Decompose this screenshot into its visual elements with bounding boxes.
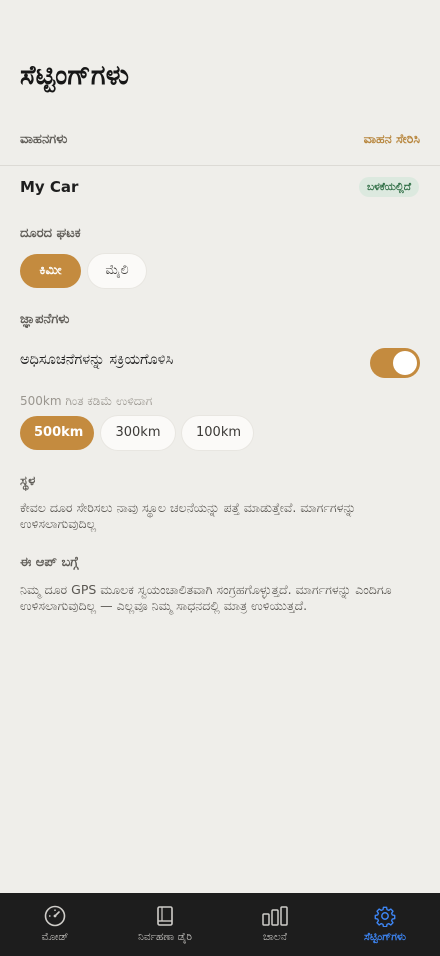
about-description: ನಿಮ್ಮ ದೂರ GPS ಮೂಲಕ ಸ್ವಯಂಚಾಲಿತವಾಗಿ ಸಂಗ್ರಹ…	[20, 582, 392, 613]
vehicles-section-label: ವಾಹನಗಳು	[20, 132, 68, 147]
tab-settings-label: ಸೆಟ್ಟಿಂಗ್‌ಗಳು	[363, 931, 407, 943]
reminders-section-label: ಜ್ಞಾಪನೆಗಳು	[20, 312, 70, 327]
tab-mode[interactable]: ಮೋಡ್	[0, 893, 110, 956]
tab-driving-label: ಚಾಲನೆ	[263, 931, 287, 943]
about-section-label: ಈ ಆಪ್ ಬಗ್ಗೆ	[20, 555, 79, 570]
vehicle-name[interactable]: My Car	[20, 178, 78, 196]
threshold-label: 500km ಗಿಂತ ಕಡಿಮೆ ಉಳಿದಾಗ	[20, 394, 153, 408]
threshold-100-button[interactable]: 100km	[182, 416, 253, 450]
tab-maintenance-diary[interactable]: ನಿರ್ವಹಣಾ ಡೈರಿ	[110, 893, 220, 956]
gear-icon	[374, 906, 396, 927]
gauge-icon	[44, 905, 66, 927]
notifications-label: ಅಧಿಸೂಚನೆಗಳನ್ನು ಸಕ್ರಿಯಗೊಳಿಸಿ	[20, 352, 174, 368]
location-description: ಕೇವಲ ದೂರ ಸೇರಿಸಲು ನಾವು ಸ್ಥೂಲ ಚಲನೆಯನ್ನು ಪತ…	[20, 500, 356, 531]
distance-unit-label: ದೂರದ ಘಟಕ	[20, 226, 81, 241]
tab-mode-label: ಮೋಡ್	[41, 931, 69, 943]
settings-screen: ಸೆಟ್ಟಿಂಗ್‌ಗಳು ವಾಹನಗಳು ವಾಹನ ಸೇರಿಸಿ My Car…	[0, 0, 440, 893]
page-title: ಸೆಟ್ಟಿಂಗ್‌ಗಳು	[20, 60, 130, 91]
unit-km-button[interactable]: ಕಿಮೀ	[20, 254, 81, 288]
threshold-500-button[interactable]: 500km	[20, 416, 94, 450]
tab-bar: ಮೋಡ್ ನಿರ್ವಹಣಾ ಡೈರಿ ಚಾಲನೆ ಸೆಟ್ಟಿಂಗ್‌ಗಳು	[0, 893, 440, 956]
location-section-label: ಸ್ಥಳ	[20, 474, 36, 489]
notifications-toggle[interactable]	[370, 348, 420, 378]
active-vehicle-badge: ಬಳಕೆಯಲ್ಲಿದೆ	[358, 177, 419, 197]
add-vehicle-button[interactable]: ವಾಹನ ಸೇರಿಸಿ	[364, 131, 420, 147]
tab-maintenance-diary-label: ನಿರ್ವಹಣಾ ಡೈರಿ	[138, 931, 192, 943]
tab-settings[interactable]: ಸೆಟ್ಟಿಂಗ್‌ಗಳು	[330, 893, 440, 956]
divider	[0, 165, 440, 166]
bar-chart-icon	[262, 906, 288, 926]
book-icon	[157, 906, 173, 926]
threshold-300-button[interactable]: 300km	[101, 416, 175, 450]
tab-driving[interactable]: ಚಾಲನೆ	[220, 893, 330, 956]
toggle-knob	[393, 351, 417, 375]
unit-mile-button[interactable]: ಮೈಲಿ	[88, 254, 146, 288]
distance-unit-options: ಕಿಮೀ ಮೈಲಿ	[20, 254, 146, 288]
threshold-options: 500km 300km 100km	[20, 416, 253, 450]
